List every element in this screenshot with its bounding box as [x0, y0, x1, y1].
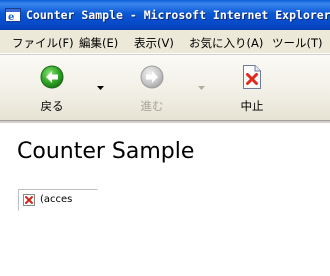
stop-button[interactable]: 中止 — [232, 65, 272, 113]
stop-page-icon — [243, 65, 261, 89]
page-content[interactable]: Counter Sample (acces — [0, 123, 330, 276]
back-dropdown-arrow-icon[interactable] — [97, 86, 104, 91]
toolbar: 戻る 進む 中止 — [0, 54, 330, 120]
image-alt-text: (acces — [40, 194, 73, 205]
menu-favorites[interactable]: お気に入り(A) — [189, 35, 263, 51]
menu-edit[interactable]: 編集(E) — [79, 35, 118, 51]
menu-view[interactable]: 表示(V) — [134, 35, 174, 51]
forward-label: 進む — [140, 99, 164, 113]
page-title: Counter Sample — [17, 139, 195, 164]
stop-label: 中止 — [240, 99, 264, 113]
forward-arrow-icon — [140, 65, 164, 89]
back-button[interactable]: 戻る — [32, 65, 72, 113]
back-arrow-icon — [40, 65, 64, 89]
back-label: 戻る — [40, 99, 64, 113]
menu-tools[interactable]: ツール(T) — [272, 35, 323, 51]
broken-image-icon — [23, 194, 35, 206]
broken-image-placeholder[interactable]: (acces — [18, 189, 98, 211]
forward-button[interactable]: 進む — [132, 65, 172, 113]
svg-text:e: e — [8, 12, 14, 23]
forward-dropdown-arrow-icon[interactable] — [198, 86, 205, 91]
internet-explorer-icon: e — [5, 8, 21, 23]
menu-bar: ファイル(F) 編集(E) 表示(V) お気に入り(A) ツール(T) — [0, 30, 330, 54]
title-bar: e Counter Sample - Microsoft Internet Ex… — [0, 0, 330, 30]
window-title: Counter Sample - Microsoft Internet Expl… — [26, 8, 330, 22]
menu-file[interactable]: ファイル(F) — [12, 35, 74, 51]
